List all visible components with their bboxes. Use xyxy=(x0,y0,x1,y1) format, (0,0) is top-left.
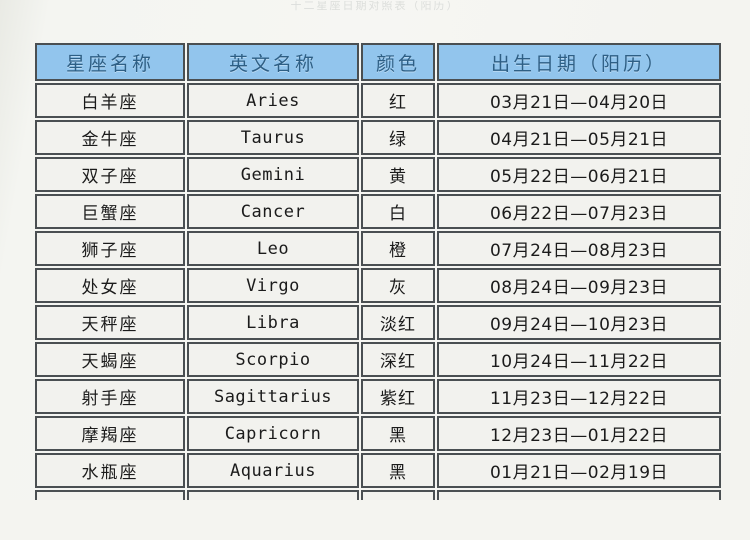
table-row: 射手座 Sagittarius 紫红 11月23日—12月22日 xyxy=(35,379,721,414)
table-row: 水瓶座 Aquarius 黑 01月21日—02月19日 xyxy=(35,453,721,488)
cell-zodiac-name: 巨蟹座 xyxy=(35,194,185,229)
cell-birth-date: 07月24日—08月23日 xyxy=(437,231,721,266)
cell-birth-date: 08月24日—09月23日 xyxy=(437,268,721,303)
top-caption: 十二星座日期对照表（阳历） xyxy=(290,1,460,12)
column-header-zodiac-name: 星座名称 xyxy=(35,43,185,81)
header-row: 星座名称 英文名称 颜色 出生日期（阳历） xyxy=(35,43,721,81)
cell-birth-date: 01月21日—02月19日 xyxy=(437,453,721,488)
column-header-birth-date: 出生日期（阳历） xyxy=(437,43,721,81)
cell-color: 黑 xyxy=(361,453,435,488)
cell-color: 白 xyxy=(361,194,435,229)
cell-zodiac-name: 水瓶座 xyxy=(35,453,185,488)
cell-color: 黄 xyxy=(361,157,435,192)
table-row: 处女座 Virgo 灰 08月24日—09月23日 xyxy=(35,268,721,303)
column-header-color: 颜色 xyxy=(361,43,435,81)
cell-zodiac-name: 狮子座 xyxy=(35,231,185,266)
cell-zodiac-name: 双子座 xyxy=(35,157,185,192)
table-row: 摩羯座 Capricorn 黑 12月23日—01月22日 xyxy=(35,416,721,451)
cell-english-name: Sagittarius xyxy=(187,379,359,414)
cell-birth-date: 04月21日—05月21日 xyxy=(437,120,721,155)
cell-zodiac-name: 天蝎座 xyxy=(35,342,185,377)
cell-color: 黑 xyxy=(361,416,435,451)
cell-zodiac-name: 处女座 xyxy=(35,268,185,303)
cell-color: 深红 xyxy=(361,342,435,377)
cell-color: 紫红 xyxy=(361,379,435,414)
cell-birth-date: 05月22日—06月21日 xyxy=(437,157,721,192)
cell-english-name: Taurus xyxy=(187,120,359,155)
cell-english-name: Capricorn xyxy=(187,416,359,451)
cell-english-name: Scorpio xyxy=(187,342,359,377)
table-row: 巨蟹座 Cancer 白 06月22日—07月23日 xyxy=(35,194,721,229)
zodiac-table-container: 星座名称 英文名称 颜色 出生日期（阳历） 白羊座 Aries 红 03月21日—04… xyxy=(33,41,721,527)
cell-color: 橙 xyxy=(361,231,435,266)
cell-birth-date: 09月24日—10月23日 xyxy=(437,305,721,340)
cell-zodiac-name: 天秤座 xyxy=(35,305,185,340)
cell-birth-date: 03月21日—04月20日 xyxy=(437,83,721,118)
cell-birth-date: 10月24日—11月22日 xyxy=(437,342,721,377)
cell-birth-date: 11月23日—12月22日 xyxy=(437,379,721,414)
cell-english-name: Virgo xyxy=(187,268,359,303)
table-row: 白羊座 Aries 红 03月21日—04月20日 xyxy=(35,83,721,118)
cell-english-name: Gemini xyxy=(187,157,359,192)
cell-birth-date: 12月23日—01月22日 xyxy=(437,416,721,451)
cell-birth-date: 06月22日—07月23日 xyxy=(437,194,721,229)
table-row: 天秤座 Libra 淡红 09月24日—10月23日 xyxy=(35,305,721,340)
cell-english-name: Leo xyxy=(187,231,359,266)
cell-zodiac-name: 射手座 xyxy=(35,379,185,414)
cell-zodiac-name: 金牛座 xyxy=(35,120,185,155)
cell-color: 淡红 xyxy=(361,305,435,340)
table-row: 狮子座 Leo 橙 07月24日—08月23日 xyxy=(35,231,721,266)
table-header: 星座名称 英文名称 颜色 出生日期（阳历） xyxy=(35,43,721,81)
cell-zodiac-name: 白羊座 xyxy=(35,83,185,118)
cell-color: 红 xyxy=(361,83,435,118)
cell-zodiac-name: 摩羯座 xyxy=(35,416,185,451)
cell-color: 灰 xyxy=(361,268,435,303)
cell-english-name: Cancer xyxy=(187,194,359,229)
page-root: 十二星座日期对照表（阳历） 星座名称 英文名称 颜色 出生日期（阳历） 白羊座 A… xyxy=(0,0,750,540)
cell-color: 绿 xyxy=(361,120,435,155)
table-row: 金牛座 Taurus 绿 04月21日—05月21日 xyxy=(35,120,721,155)
cell-english-name: Libra xyxy=(187,305,359,340)
cell-english-name: Aries xyxy=(187,83,359,118)
bottom-clip-mask xyxy=(0,500,750,540)
cell-english-name: Aquarius xyxy=(187,453,359,488)
column-header-english-name: 英文名称 xyxy=(187,43,359,81)
table-body: 白羊座 Aries 红 03月21日—04月20日 金牛座 Taurus 绿 04月21日—0… xyxy=(35,83,721,525)
zodiac-table: 星座名称 英文名称 颜色 出生日期（阳历） 白羊座 Aries 红 03月21日—04… xyxy=(33,41,723,527)
table-row: 双子座 Gemini 黄 05月22日—06月21日 xyxy=(35,157,721,192)
table-row: 天蝎座 Scorpio 深红 10月24日—11月22日 xyxy=(35,342,721,377)
